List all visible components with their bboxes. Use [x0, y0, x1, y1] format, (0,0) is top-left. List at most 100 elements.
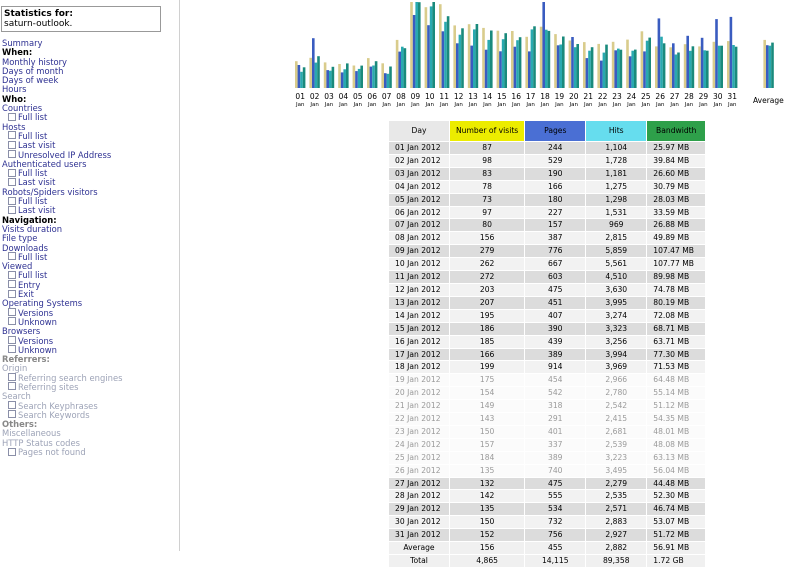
chart-bar — [571, 37, 574, 88]
menu-item[interactable]: Hours — [2, 85, 178, 94]
cell-day: 23 Jan 2012 — [388, 424, 450, 439]
cell-pages: 542 — [524, 386, 587, 401]
x-tick-label: 17 — [526, 92, 536, 101]
cell-visits: 166 — [448, 347, 526, 362]
x-tick-sublabel: Jan — [525, 102, 535, 108]
cell-bw: 30.79 MB — [646, 179, 707, 194]
menu-item[interactable]: Full list — [2, 113, 178, 122]
cell-bw: 107.77 MB — [646, 257, 707, 272]
table-row: 12 Jan 2012 203 475 3,630 74.78 MB — [388, 282, 707, 297]
cell-day: 11 Jan 2012 — [388, 270, 450, 284]
cell-bw: 28.03 MB — [646, 192, 707, 207]
x-tick-sublabel: Jan — [425, 102, 435, 108]
cell-day: 06 Jan 2012 — [388, 205, 450, 220]
table-row: 06 Jan 2012 97 227 1,531 33.59 MB — [388, 205, 707, 220]
cell-pages: 387 — [524, 231, 587, 246]
chart-bar — [643, 51, 646, 88]
x-tick-sublabel: Jan — [540, 102, 550, 108]
header-pages: Pages — [524, 120, 587, 142]
cell-day: 21 Jan 2012 — [388, 399, 450, 414]
cell-bw: 48.08 MB — [646, 437, 707, 452]
link-bullet-icon — [8, 336, 16, 344]
chart-bar — [424, 7, 428, 89]
cell-hits: 2,539 — [585, 437, 648, 452]
table-row: 23 Jan 2012 150 401 2,681 48.01 MB — [388, 424, 707, 439]
cell-day: 14 Jan 2012 — [388, 308, 450, 323]
table-row: 14 Jan 2012 195 407 3,274 72.08 MB — [388, 308, 707, 323]
chart-average-bar — [763, 39, 766, 88]
table-row: 11 Jan 2012 272 603 4,510 89.98 MB — [388, 270, 707, 284]
menu-item[interactable]: Days of week — [2, 76, 178, 85]
chart-average-bar — [768, 45, 772, 88]
cell-visits: 80 — [448, 218, 526, 233]
chart-bar — [395, 39, 399, 88]
chart-bar — [729, 16, 733, 88]
chart-bar — [340, 72, 344, 88]
table-row: 26 Jan 2012 135 740 3,495 56.04 MB — [388, 463, 707, 478]
link-bullet-icon — [8, 308, 16, 317]
cell-pages: 451 — [524, 295, 587, 310]
cell-day: 10 Jan 2012 — [388, 257, 450, 272]
cell-pages: 534 — [524, 502, 587, 517]
header-hits: Hits — [585, 120, 648, 142]
cell-day: 25 Jan 2012 — [388, 450, 450, 465]
chart-bar — [576, 44, 579, 88]
x-tick-label: 24 — [627, 92, 637, 101]
link-bullet-icon — [8, 131, 16, 140]
table-row: 21 Jan 2012 149 318 2,542 51.12 MB — [388, 399, 707, 414]
chart-bar — [530, 29, 534, 88]
table-row: 15 Jan 2012 186 390 3,323 68.71 MB — [388, 321, 707, 336]
chart-bar — [717, 45, 721, 88]
cell-day: 01 Jan 2012 — [388, 141, 450, 155]
x-tick-label: 30 — [713, 92, 723, 101]
average-pages: 455 — [524, 541, 587, 555]
x-tick-label: 23 — [612, 92, 622, 101]
cell-hits: 5,561 — [585, 257, 648, 272]
cell-day: 27 Jan 2012 — [388, 476, 450, 491]
chart-bar — [355, 71, 358, 88]
table-row: 20 Jan 2012 154 542 2,780 55.14 MB — [388, 386, 707, 401]
cell-visits: 143 — [448, 412, 526, 426]
chart-bar — [691, 46, 695, 88]
link-bullet-icon — [8, 112, 16, 121]
link-bullet-icon — [8, 280, 16, 289]
table-row: 17 Jan 2012 166 389 3,994 77.30 MB — [388, 347, 707, 362]
table-row: 01 Jan 2012 87 244 1,104 25.97 MB — [388, 141, 707, 155]
average-visits: 156 — [448, 541, 526, 555]
cell-day: 24 Jan 2012 — [388, 437, 450, 452]
cell-visits: 98 — [448, 153, 526, 168]
cell-day: 08 Jan 2012 — [388, 231, 450, 246]
chart-bar — [614, 50, 617, 88]
chart-bar — [655, 46, 658, 88]
x-tick-label: 06 — [367, 92, 377, 101]
chart-bar — [683, 44, 687, 88]
cell-pages: 389 — [524, 450, 587, 465]
x-tick-sublabel: Jan — [367, 102, 377, 108]
menu-item[interactable]: Pages not found — [2, 447, 178, 457]
chart-bar — [611, 41, 615, 88]
cell-hits: 2,883 — [585, 515, 648, 530]
chart-bar — [470, 45, 473, 88]
chart-bar — [338, 64, 341, 88]
chart-bar — [458, 34, 462, 88]
x-tick-label: 29 — [699, 92, 709, 101]
x-tick-label: 05 — [353, 92, 363, 101]
chart-bar — [456, 43, 459, 88]
x-tick-label: 18 — [540, 92, 550, 101]
chart-bar — [600, 60, 603, 88]
statistics-title: Statistics for: — [4, 9, 73, 19]
chart-bar — [401, 46, 404, 88]
cell-visits: 142 — [448, 489, 526, 504]
cell-hits: 2,927 — [585, 528, 648, 543]
chart-bar — [619, 49, 623, 88]
cell-bw: 33.59 MB — [646, 205, 707, 220]
chart-bar — [372, 65, 375, 88]
chart-bar — [309, 57, 312, 88]
cell-bw: 107.47 MB — [646, 244, 707, 259]
cell-pages: 180 — [524, 192, 587, 207]
cell-pages: 454 — [524, 373, 587, 388]
chart-bar — [331, 66, 335, 88]
cell-bw: 52.30 MB — [646, 489, 707, 504]
chart-bar — [628, 56, 632, 88]
cell-pages: 603 — [524, 270, 587, 284]
